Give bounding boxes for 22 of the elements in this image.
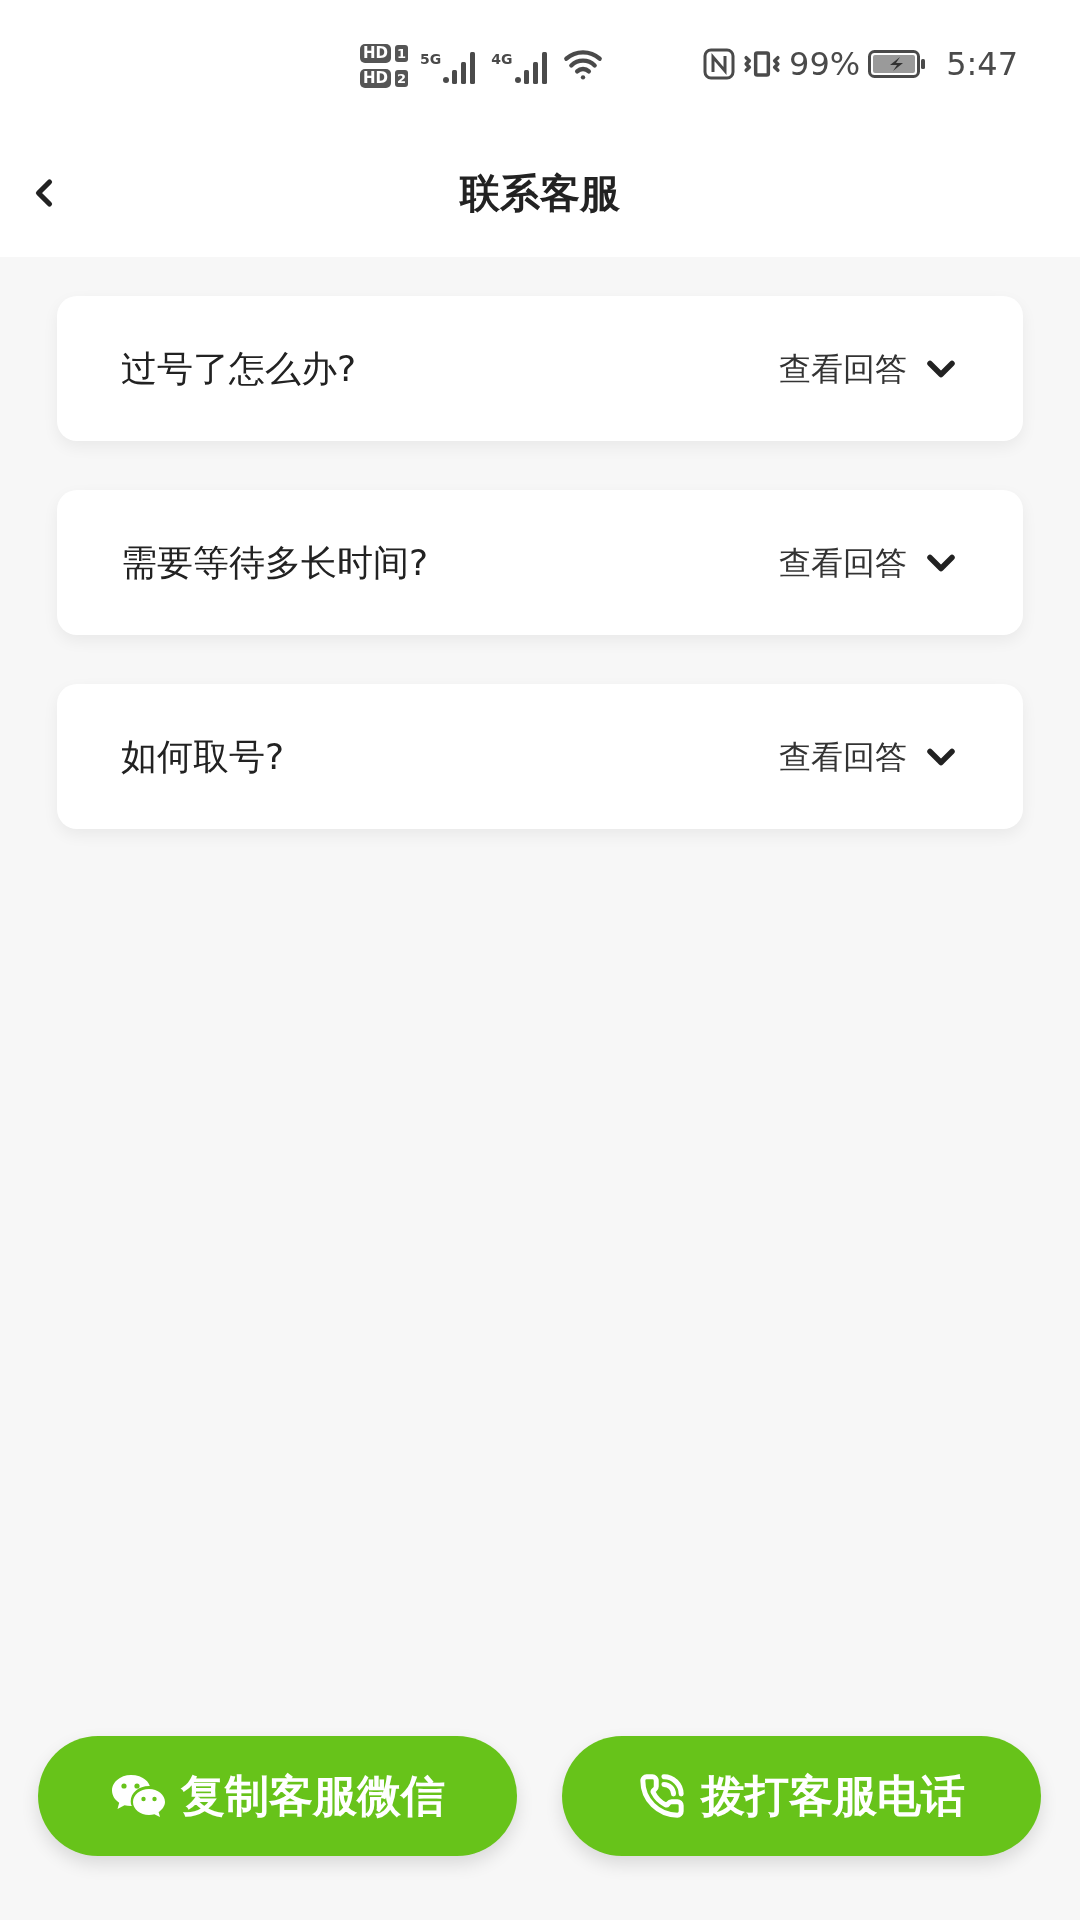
- network-type-label: 4G: [491, 52, 513, 66]
- faq-card[interactable]: 过号了怎么办? 查看回答: [57, 296, 1023, 441]
- view-answer-link[interactable]: 查看回答: [779, 732, 907, 781]
- view-answer-link[interactable]: 查看回答: [779, 344, 907, 393]
- faq-question: 过号了怎么办?: [121, 346, 358, 391]
- faq-card[interactable]: 如何取号? 查看回答: [57, 684, 1023, 829]
- hd-badge: HD: [360, 44, 391, 63]
- faq-card[interactable]: 需要等待多长时间? 查看回答: [57, 490, 1023, 635]
- clock-time: 5:47: [946, 48, 1018, 80]
- nfc-icon: [703, 48, 735, 80]
- phone-call-icon: [638, 1773, 685, 1819]
- view-answer-link[interactable]: 查看回答: [779, 538, 907, 587]
- chat-bubbles-icon: [110, 1773, 165, 1819]
- sim-slot-badge: 1: [395, 45, 409, 62]
- page-title: 联系客服: [460, 168, 620, 218]
- faq-question: 如何取号?: [121, 734, 286, 779]
- hd-badge: HD: [360, 69, 391, 88]
- faq-question: 需要等待多长时间?: [121, 540, 430, 585]
- network-type-label: 5G: [420, 52, 442, 66]
- battery-percent: 99%: [789, 48, 861, 80]
- battery-charging-icon: [868, 50, 927, 78]
- sim-slot-badge: 2: [395, 70, 409, 87]
